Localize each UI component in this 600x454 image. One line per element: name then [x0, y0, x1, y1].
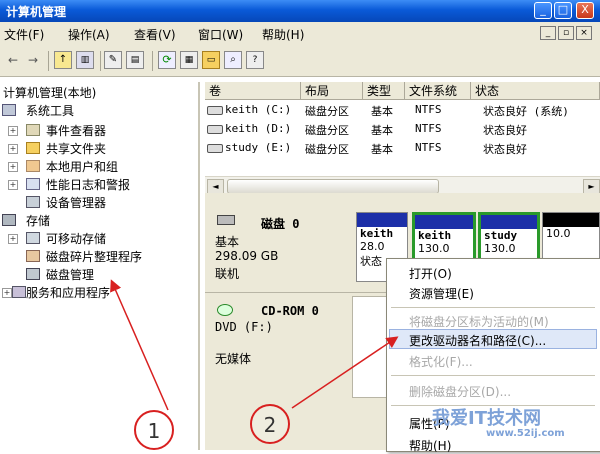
- annotation-circle-2: 2: [250, 404, 290, 444]
- annotation-arrow-1: [110, 279, 169, 411]
- watermark-url: www.52ij.com: [486, 428, 565, 439]
- annotation-arrows: [110, 279, 399, 411]
- annotation-arrow-2: [291, 336, 399, 409]
- watermark-brand: 我爱IT技术网: [432, 408, 541, 429]
- annotation-circle-1: 1: [134, 410, 174, 450]
